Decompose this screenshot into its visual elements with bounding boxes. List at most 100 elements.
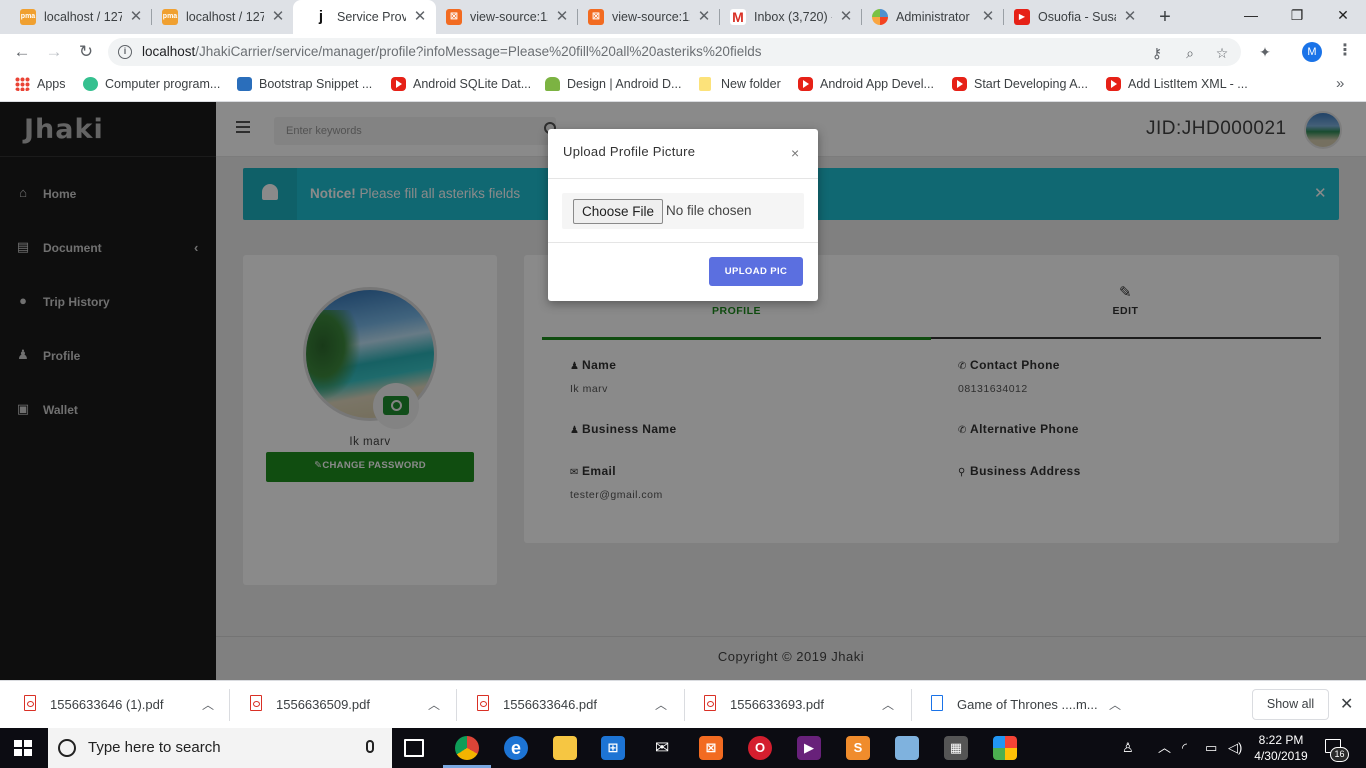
tab-title: view-source:12 xyxy=(470,10,548,24)
browser-tab[interactable]: ⊠ view-source:12 ✕ xyxy=(426,0,578,34)
download-item[interactable]: Game of Thrones ....m... ︿ xyxy=(931,681,1131,729)
minimize-button[interactable]: — xyxy=(1228,0,1274,30)
taskbar-clock[interactable]: 8:22 PM 4/30/2019 xyxy=(1252,732,1310,764)
sublime-text-icon[interactable]: S xyxy=(846,736,870,760)
show-all-button[interactable]: Show all xyxy=(1252,689,1329,720)
upload-profile-picture-modal: Upload Profile Picture × Choose File No … xyxy=(548,129,818,301)
bookmark-item[interactable]: Bootstrap Snippet ... xyxy=(237,70,372,100)
microphone-icon[interactable] xyxy=(366,740,374,753)
key-icon[interactable]: ⚷ xyxy=(1148,44,1166,62)
battery-icon[interactable]: ▭ xyxy=(1205,728,1217,768)
visual-studio-icon[interactable]: ▶ xyxy=(797,736,821,760)
apps-grid-icon xyxy=(15,77,30,91)
chrome-icon[interactable] xyxy=(443,736,491,768)
tab-title: localhost / 127 xyxy=(44,10,122,24)
opera-icon[interactable]: O xyxy=(748,736,772,760)
restore-button[interactable]: ❐ xyxy=(1274,0,1320,30)
url-text[interactable]: localhost/JhakiCarrier/service/manager/p… xyxy=(142,38,761,66)
upload-pic-button[interactable]: UPLOAD PIC xyxy=(709,257,803,286)
tab-title: Inbox (3,720) - xyxy=(754,10,832,24)
chevron-up-icon[interactable]: ︿ xyxy=(202,681,214,729)
file-icon xyxy=(931,695,943,711)
gmail-icon: M xyxy=(730,9,746,25)
phpmyadmin-icon: pma xyxy=(162,9,178,25)
address-bar[interactable]: i localhost/JhakiCarrier/service/manager… xyxy=(108,38,1241,66)
close-icon[interactable]: ✕ xyxy=(268,0,288,34)
menu-icon[interactable]: ⋮ xyxy=(1337,40,1353,62)
notepad-icon[interactable] xyxy=(895,736,919,760)
bookmark-item[interactable]: Android SQLite Dat... xyxy=(391,70,531,100)
bookmark-label: Android App Devel... xyxy=(820,77,934,91)
extension-icon[interactable]: ✦ xyxy=(1256,43,1274,61)
bookmark-item[interactable]: Android App Devel... xyxy=(798,70,934,100)
web-page: Jhaki ⌂ Home ▤ Document ‹ ● Trip History… xyxy=(0,102,1366,680)
chevron-up-icon[interactable]: ︿ xyxy=(882,681,894,729)
forward-arrow-icon[interactable]: → xyxy=(40,38,68,66)
browser-tab[interactable]: ▶ Osuofia - Susa ✕ xyxy=(994,0,1146,34)
browser-tab[interactable]: pma localhost / 127 ✕ xyxy=(142,0,294,34)
taskbar-search-input[interactable]: Type here to search xyxy=(48,728,392,768)
bookmark-item[interactable]: Design | Android D... xyxy=(545,70,681,100)
reload-icon[interactable]: ↻ xyxy=(72,38,100,66)
task-view-icon[interactable] xyxy=(404,739,424,757)
bookmark-apps[interactable]: Apps xyxy=(15,70,66,100)
download-item[interactable]: 1556633646 (1).pdf ︿ xyxy=(24,681,224,729)
download-item[interactable]: 1556636509.pdf ︿ xyxy=(250,681,450,729)
browser-tab[interactable]: Administrator ✕ xyxy=(852,0,1004,34)
chevron-up-icon[interactable]: ︿ xyxy=(1109,681,1121,729)
back-arrow-icon[interactable]: ← xyxy=(8,38,36,66)
downloads-bar: 1556633646 (1).pdf ︿ 1556636509.pdf ︿ 15… xyxy=(0,680,1366,728)
wifi-icon[interactable]: ◜ xyxy=(1182,728,1187,768)
close-icon[interactable]: ✕ xyxy=(1120,0,1140,34)
xampp-icon[interactable]: ⊠ xyxy=(699,736,723,760)
store-icon[interactable]: ⊞ xyxy=(601,736,625,760)
file-input: Choose File No file chosen xyxy=(562,193,804,229)
bookmark-item[interactable]: Computer program... xyxy=(83,70,220,100)
app-icon[interactable] xyxy=(993,736,1017,760)
chevron-up-icon[interactable]: ︿ xyxy=(428,681,440,729)
zoom-icon[interactable]: ⌕ xyxy=(1181,44,1199,62)
browser-tab[interactable]: ⊠ view-source:12 ✕ xyxy=(568,0,720,34)
choose-file-button[interactable]: Choose File xyxy=(573,199,663,224)
divider xyxy=(456,689,457,721)
jhaki-icon: j xyxy=(313,9,329,25)
chevron-up-icon[interactable]: ︿ xyxy=(655,681,667,729)
browser-tab-active[interactable]: j Service Provide ✕ xyxy=(293,0,436,34)
download-filename: 1556633646.pdf xyxy=(503,697,597,712)
pdf-icon xyxy=(24,695,36,711)
modal-close-icon[interactable]: × xyxy=(791,145,799,161)
download-item[interactable]: 1556633646.pdf ︿ xyxy=(477,681,677,729)
star-icon[interactable]: ☆ xyxy=(1213,44,1231,62)
file-explorer-icon[interactable] xyxy=(553,736,577,760)
mail-icon[interactable]: ✉ xyxy=(650,736,674,760)
browser-tab[interactable]: pma localhost / 127 ✕ xyxy=(0,0,152,34)
bookmark-item[interactable]: Add ListItem XML - ... xyxy=(1106,70,1248,100)
volume-icon[interactable]: ◁) xyxy=(1228,728,1242,768)
bookmark-item[interactable]: Start Developing A... xyxy=(952,70,1088,100)
close-icon[interactable]: ✕ xyxy=(1340,694,1353,714)
chevron-up-icon[interactable]: ︿ xyxy=(1158,728,1171,768)
xampp-icon: ⊠ xyxy=(446,9,462,25)
browser-tab[interactable]: M Inbox (3,720) - ✕ xyxy=(710,0,862,34)
bookmark-folder[interactable]: New folder xyxy=(699,70,781,100)
windows-start-icon[interactable] xyxy=(14,740,32,756)
cortana-icon xyxy=(58,739,76,757)
new-tab-button[interactable]: + xyxy=(1152,4,1178,30)
calculator-icon[interactable]: ▦ xyxy=(944,736,968,760)
divider xyxy=(548,178,818,179)
youtube-icon xyxy=(391,77,406,91)
info-icon[interactable]: i xyxy=(118,45,132,59)
notification-count-badge: 16 xyxy=(1330,747,1349,762)
download-item[interactable]: 1556633693.pdf ︿ xyxy=(704,681,904,729)
window-close-button[interactable]: ✕ xyxy=(1320,0,1366,30)
clock-time: 8:22 PM xyxy=(1258,733,1304,747)
divider xyxy=(684,689,685,721)
profile-avatar[interactable]: M xyxy=(1302,42,1322,62)
edge-icon[interactable]: e xyxy=(504,736,528,760)
browser-toolbar: ← → ↻ i localhost/JhakiCarrier/service/m… xyxy=(0,34,1366,70)
clock-date: 4/30/2019 xyxy=(1254,749,1308,763)
people-icon[interactable]: ♙ xyxy=(1122,728,1134,768)
bookmark-label: Design | Android D... xyxy=(567,77,682,91)
bookmark-label: Add ListItem XML - ... xyxy=(1128,77,1248,91)
bookmarks-overflow-icon[interactable]: » xyxy=(1336,70,1344,100)
